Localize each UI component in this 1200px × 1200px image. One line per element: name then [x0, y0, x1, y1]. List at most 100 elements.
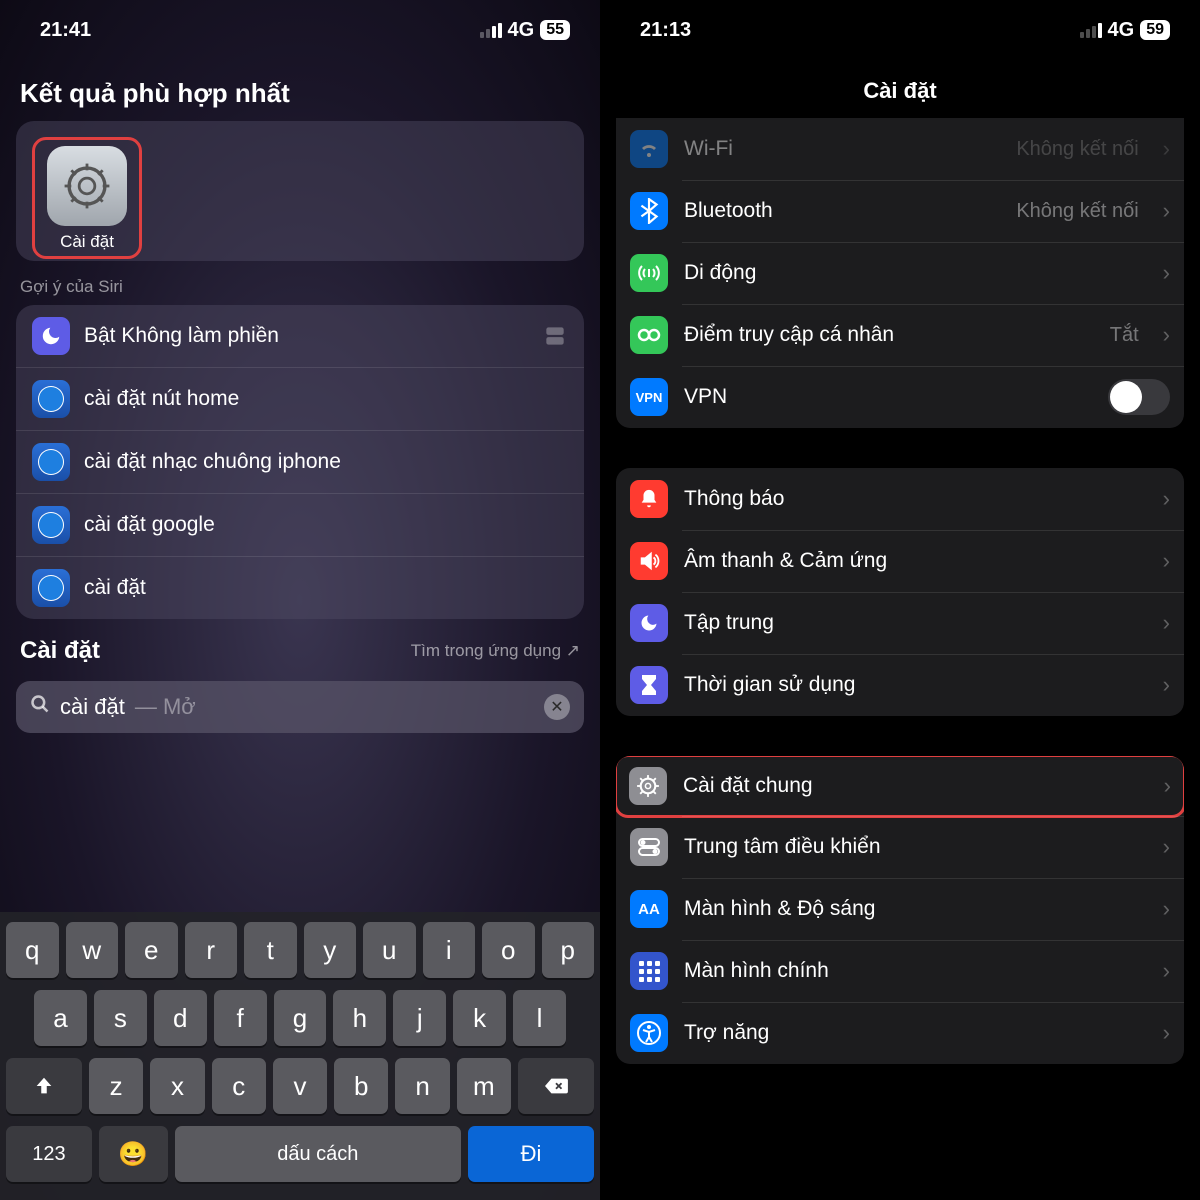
accessibility-label: Trợ năng	[684, 1021, 1139, 1045]
chevron-icon: ›	[1164, 773, 1171, 799]
hourglass-icon	[630, 666, 668, 704]
status-bar: 21:41 4G 55	[0, 0, 600, 60]
chevron-icon: ›	[1163, 1020, 1170, 1046]
suggestion-item[interactable]: cài đặt	[16, 557, 584, 619]
chevron-icon: ›	[1163, 322, 1170, 348]
chevron-icon: ›	[1163, 958, 1170, 984]
chevron-icon: ›	[1163, 198, 1170, 224]
chevron-icon: ›	[1163, 610, 1170, 636]
search-hint: — Mở	[135, 694, 196, 720]
bluetooth-label: Bluetooth	[684, 199, 1000, 223]
vpn-toggle[interactable]	[1108, 379, 1170, 415]
screentime-row[interactable]: Thời gian sử dụng ›	[616, 654, 1184, 716]
key-g[interactable]: g	[274, 990, 327, 1046]
key-m[interactable]: m	[457, 1058, 511, 1114]
settings-app-label: Cài đặt	[60, 232, 114, 252]
key-f[interactable]: f	[214, 990, 267, 1046]
clear-button[interactable]: ✕	[544, 694, 570, 720]
sounds-row[interactable]: Âm thanh & Cảm ứng ›	[616, 530, 1184, 592]
display-row[interactable]: AA Màn hình & Độ sáng ›	[616, 878, 1184, 940]
suggestion-item[interactable]: cài đặt nút home	[16, 368, 584, 431]
key-a[interactable]: a	[34, 990, 87, 1046]
chevron-icon: ›	[1163, 486, 1170, 512]
hotspot-detail: Tắt	[1110, 324, 1139, 347]
key-x[interactable]: x	[150, 1058, 204, 1114]
vpn-icon: VPN	[630, 378, 668, 416]
suggestion-item[interactable]: cài đặt google	[16, 494, 584, 557]
suggestion-do-not-disturb[interactable]: Bật Không làm phiền	[16, 305, 584, 368]
key-d[interactable]: d	[154, 990, 207, 1046]
bluetooth-detail: Không kết nối	[1016, 200, 1138, 223]
signal-icon	[480, 23, 502, 38]
key-y[interactable]: y	[304, 922, 357, 978]
control-center-row[interactable]: Trung tâm điều khiển ›	[616, 816, 1184, 878]
network-label: 4G	[1108, 19, 1135, 42]
bluetooth-row[interactable]: Bluetooth Không kết nối ›	[616, 180, 1184, 242]
speaker-icon	[630, 542, 668, 580]
cellular-row[interactable]: Di động ›	[616, 242, 1184, 304]
key-l[interactable]: l	[513, 990, 566, 1046]
key-j[interactable]: j	[393, 990, 446, 1046]
key-k[interactable]: k	[453, 990, 506, 1046]
numbers-key[interactable]: 123	[6, 1126, 92, 1182]
settings-app-icon	[47, 146, 127, 226]
search-in-app-link[interactable]: Tìm trong ứng dụng ↗	[411, 641, 580, 661]
moon-icon	[630, 604, 668, 642]
top-hit-title: Kết quả phù hợp nhất	[0, 60, 600, 121]
key-n[interactable]: n	[395, 1058, 449, 1114]
chevron-icon: ›	[1163, 896, 1170, 922]
key-s[interactable]: s	[94, 990, 147, 1046]
settings-section-title: Cài đặt	[20, 637, 100, 665]
connectivity-group: Wi-Fi Không kết nối › Bluetooth Không kế…	[616, 118, 1184, 428]
shift-key[interactable]	[6, 1058, 82, 1114]
general-group: Cài đặt chung › Trung tâm điều khiển › A…	[616, 756, 1184, 1064]
key-t[interactable]: t	[244, 922, 297, 978]
status-indicators: 4G 59	[1080, 19, 1170, 42]
keyboard-row-2: a s d f g h j k l	[6, 990, 594, 1046]
focus-row[interactable]: Tập trung ›	[616, 592, 1184, 654]
go-key[interactable]: Đi	[468, 1126, 594, 1182]
hotspot-row[interactable]: Điểm truy cập cá nhân Tắt ›	[616, 304, 1184, 366]
vpn-row[interactable]: VPN VPN	[616, 366, 1184, 428]
key-w[interactable]: w	[66, 922, 119, 978]
key-p[interactable]: p	[542, 922, 595, 978]
top-hit-card: Cài đặt	[16, 121, 584, 261]
general-row[interactable]: Cài đặt chung ›	[616, 756, 1184, 818]
search-field[interactable]: cài đặt — Mở ✕	[16, 681, 584, 733]
emoji-key[interactable]: 😀	[99, 1126, 168, 1182]
notifications-row[interactable]: Thông báo ›	[616, 468, 1184, 530]
key-c[interactable]: c	[212, 1058, 266, 1114]
search-icon	[30, 694, 50, 720]
battery-badge: 59	[1140, 20, 1170, 40]
chevron-icon: ›	[1163, 136, 1170, 162]
cellular-icon	[630, 254, 668, 292]
suggestion-label: cài đặt nút home	[84, 387, 239, 411]
key-e[interactable]: e	[125, 922, 178, 978]
key-i[interactable]: i	[423, 922, 476, 978]
backspace-key[interactable]	[518, 1058, 594, 1114]
general-label: Cài đặt chung	[683, 774, 1140, 798]
grid-icon	[630, 952, 668, 990]
siri-suggestions-list: Bật Không làm phiền cài đặt nút home cài…	[16, 305, 584, 619]
space-key[interactable]: dấu cách	[175, 1126, 461, 1182]
key-u[interactable]: u	[363, 922, 416, 978]
key-o[interactable]: o	[482, 922, 535, 978]
suggestion-label: cài đặt nhạc chuông iphone	[84, 450, 341, 474]
keyboard: q w e r t y u i o p a s d f g h j k l z …	[0, 912, 600, 1200]
key-q[interactable]: q	[6, 922, 59, 978]
home-screen-row[interactable]: Màn hình chính ›	[616, 940, 1184, 1002]
wifi-row[interactable]: Wi-Fi Không kết nối ›	[616, 118, 1184, 180]
key-h[interactable]: h	[333, 990, 386, 1046]
key-b[interactable]: b	[334, 1058, 388, 1114]
keyboard-row-4: 123 😀 dấu cách Đi	[6, 1126, 594, 1182]
key-r[interactable]: r	[185, 922, 238, 978]
settings-app-result[interactable]: Cài đặt	[32, 137, 142, 259]
wifi-icon	[630, 130, 668, 168]
accessibility-row[interactable]: Trợ năng ›	[616, 1002, 1184, 1064]
wifi-detail: Không kết nối	[1016, 138, 1138, 161]
suggestion-item[interactable]: cài đặt nhạc chuông iphone	[16, 431, 584, 494]
gear-icon	[629, 767, 667, 805]
display-label: Màn hình & Độ sáng	[684, 897, 1139, 921]
key-z[interactable]: z	[89, 1058, 143, 1114]
key-v[interactable]: v	[273, 1058, 327, 1114]
